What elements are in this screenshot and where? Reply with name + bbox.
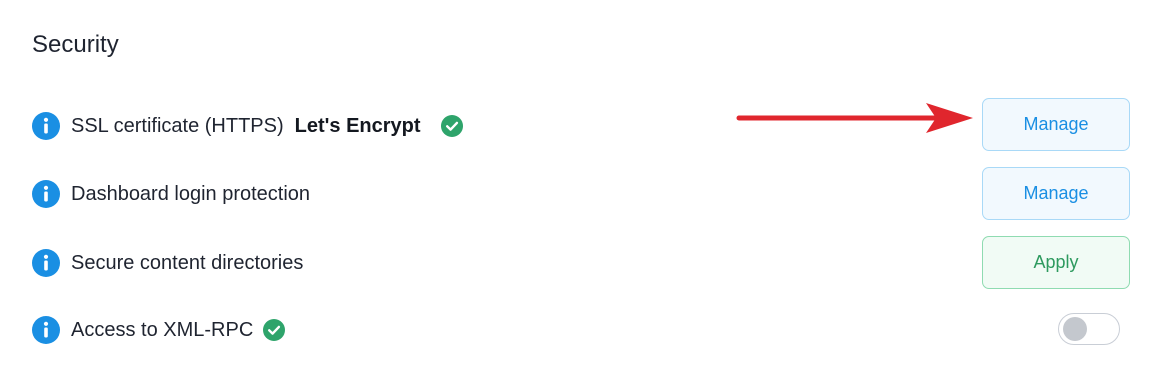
info-icon[interactable] — [32, 112, 60, 140]
section-title: Security — [32, 31, 119, 58]
toggle-knob — [1063, 317, 1087, 341]
ssl-manage-button[interactable]: Manage — [982, 98, 1130, 151]
ssl-certificate-label: SSL certificate (HTTPS) — [71, 114, 284, 137]
info-icon[interactable] — [32, 249, 60, 277]
row-secure-content-directories: Secure content directories — [32, 248, 303, 278]
dashboard-login-protection-label: Dashboard login protection — [71, 182, 311, 205]
ssl-provider-value: Let's Encrypt — [294, 114, 421, 137]
info-icon[interactable] — [32, 316, 60, 344]
red-arrow-icon — [736, 103, 973, 133]
xml-rpc-toggle[interactable] — [1058, 313, 1120, 345]
secure-directories-apply-button[interactable]: Apply — [982, 236, 1130, 289]
row-access-xml-rpc: Access to XML-RPC — [32, 315, 286, 345]
access-xml-rpc-label: Access to XML-RPC — [71, 318, 254, 341]
login-protection-manage-button[interactable]: Manage — [982, 167, 1130, 220]
row-ssl-certificate: SSL certificate (HTTPS) Let's Encrypt — [32, 111, 463, 141]
secure-content-directories-label: Secure content directories — [71, 251, 304, 274]
check-circle-icon — [440, 115, 463, 137]
check-circle-icon — [263, 319, 286, 341]
info-icon[interactable] — [32, 180, 60, 208]
row-dashboard-login-protection: Dashboard login protection — [32, 179, 310, 209]
